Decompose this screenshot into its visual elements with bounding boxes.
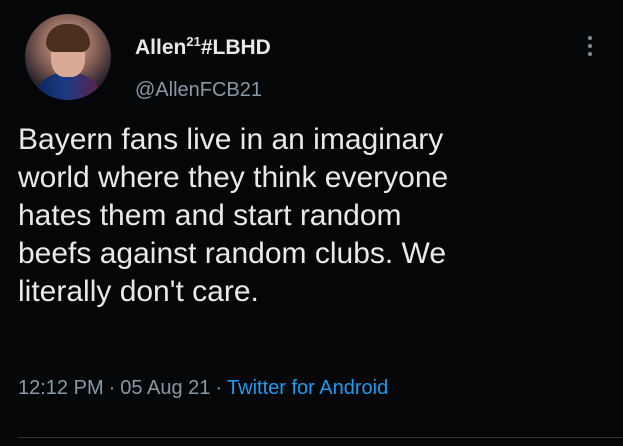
tweet-text-line: hates them and start random <box>18 199 402 232</box>
tweet-text-line: Bayern fans live in an imaginary <box>18 123 444 156</box>
username[interactable]: @AllenFCB21 <box>135 78 262 102</box>
tweet-text: Bayern fans live in an imaginary world w… <box>18 121 608 311</box>
avatar-shirt <box>33 73 103 100</box>
more-vertical-icon[interactable] <box>585 34 595 58</box>
tweet-text-line: world where they think everyone <box>18 161 449 194</box>
meta-separator: · <box>108 377 116 399</box>
tweet-date[interactable]: 05 Aug 21 <box>120 377 210 399</box>
meta-separator: · <box>215 377 223 399</box>
divider <box>18 437 623 438</box>
more-icon-dot <box>588 44 592 48</box>
avatar-hair <box>46 24 90 52</box>
tweet-text-line: beefs against random clubs. We <box>18 237 447 270</box>
avatar[interactable] <box>25 14 111 100</box>
tweet-time[interactable]: 12:12 PM <box>18 377 104 399</box>
display-name-hashtag: #LBHD <box>200 36 271 59</box>
display-name-text: Allen <box>135 36 187 59</box>
display-name[interactable]: Allen21#LBHD <box>135 34 271 60</box>
more-icon-dot <box>588 52 592 56</box>
tweet-meta: 12:12 PM · 05 Aug 21 · Twitter for Android <box>18 376 388 400</box>
tweet-source-link[interactable]: Twitter for Android <box>227 377 388 399</box>
tweet-text-line: literally don't care. <box>18 275 259 308</box>
display-name-superscript: 21 <box>186 34 201 49</box>
tweet-card: Allen21#LBHD @AllenFCB21 Bayern fans liv… <box>0 0 623 446</box>
more-icon-dot <box>588 36 592 40</box>
